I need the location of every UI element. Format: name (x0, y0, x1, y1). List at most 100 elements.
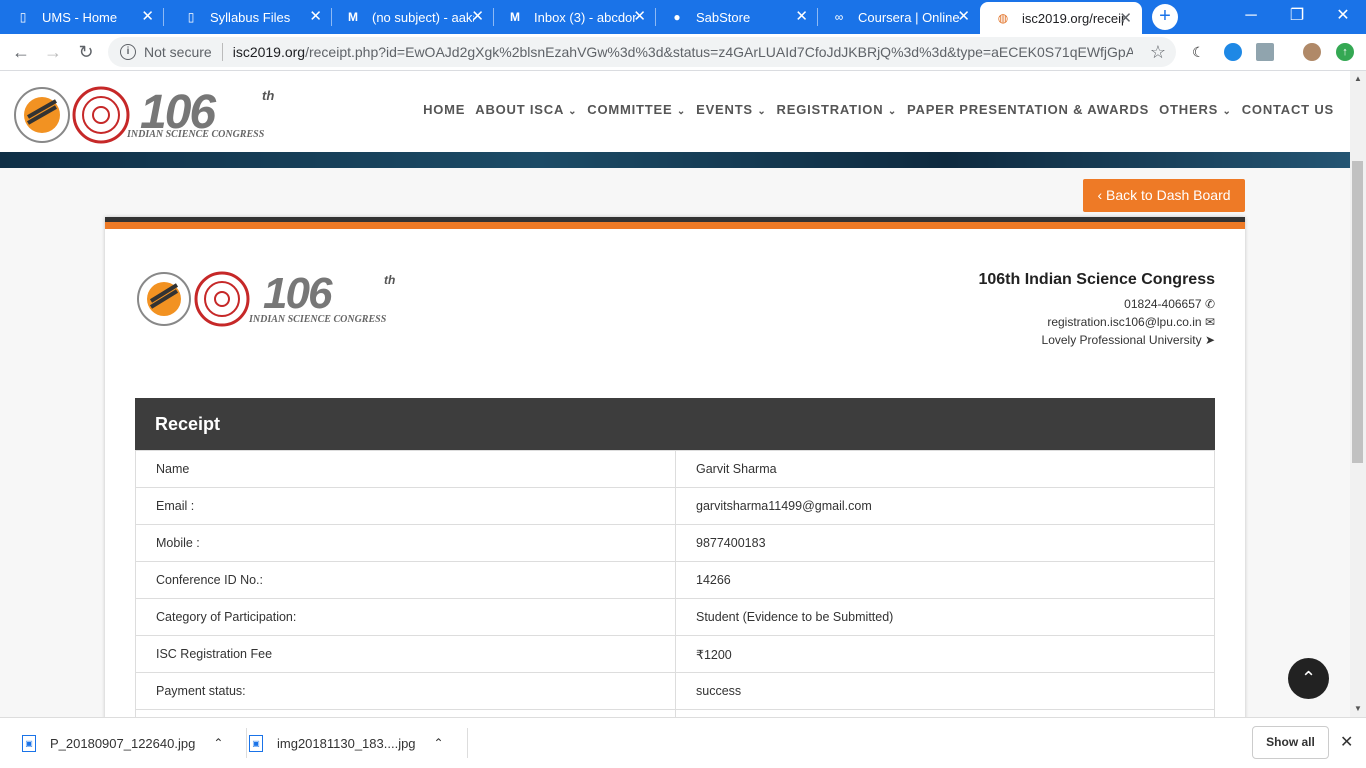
back-button-label: Back to Dash Board (1106, 187, 1231, 203)
organizer-info: 106th Indian Science Congress 01824-4066… (978, 271, 1215, 351)
row-label: Payment status: (135, 672, 676, 710)
nav-label: ABOUT ISCA (475, 102, 564, 117)
url-text[interactable]: isc2019.org/receipt.php?id=EwOAJd2gXgk%2… (233, 44, 1133, 60)
sabstore-icon: ● (673, 10, 681, 24)
receipt-table: Name Garvit Sharma Email : garvitsharma114… (135, 450, 1215, 717)
info-icon[interactable]: i (120, 44, 136, 60)
card-logo-tagline: INDIAN SCIENCE CONGRESS (249, 314, 387, 325)
close-icon[interactable]: ✕ (1340, 732, 1353, 752)
card-logo-emblems (137, 271, 250, 327)
tab-ums-home[interactable]: ▯ UMS - Home ✕ (0, 0, 164, 34)
row-value: 14266 (675, 561, 1215, 599)
gmail-icon: M (348, 10, 358, 24)
organizer-title: 106th Indian Science Congress (978, 271, 1215, 288)
close-icon[interactable]: ✕ (309, 8, 322, 26)
minimize-button[interactable]: ─ (1228, 4, 1274, 28)
row-label (135, 709, 676, 717)
receipt-heading: Receipt (135, 398, 1215, 450)
download-item[interactable]: ▣ img20181130_183....jpg ⌃ (249, 718, 468, 768)
table-row: Name Garvit Sharma (135, 450, 1215, 488)
row-value: Student (Evidence to be Submitted) (675, 598, 1215, 636)
chevron-left-icon: ‹ (1097, 187, 1107, 203)
tab-gmail-no-subject[interactable]: M (no subject) - aaka ✕ (330, 0, 494, 34)
image-file-icon: ▣ (249, 734, 263, 752)
chevron-up-icon[interactable]: ⌃ (434, 736, 444, 750)
scroll-down-arrow-icon[interactable]: ▼ (1354, 704, 1362, 713)
nav-label: EVENTS (696, 102, 753, 117)
nav-committee[interactable]: COMMITTEE ⌄ (587, 102, 686, 117)
table-row: Category of Participation: Student (Evide… (135, 598, 1215, 636)
reload-icon[interactable]: ↻ (74, 40, 98, 64)
update-arrow-icon[interactable]: ↑ (1336, 43, 1354, 61)
new-tab-button[interactable]: + (1152, 4, 1178, 30)
row-value (675, 709, 1215, 717)
download-item[interactable]: ▣ P_20180907_122640.jpg ⌃ (22, 718, 248, 768)
organizer-phone: 01824-406657 ✆ (978, 297, 1215, 311)
nav-contact-us[interactable]: CONTACT US (1242, 102, 1334, 117)
extension-image-icon[interactable] (1256, 43, 1274, 61)
download-shelf: ▣ P_20180907_122640.jpg ⌃ ▣ img20181130_… (0, 717, 1366, 768)
address-bar[interactable]: i Not secure isc2019.org/receipt.php?id=… (108, 37, 1176, 67)
table-row: Email : garvitsharma11499@gmail.com (135, 487, 1215, 525)
tab-title: isc2019.org/receip (1022, 10, 1124, 26)
nav-registration[interactable]: REGISTRATION ⌄ (777, 102, 897, 117)
image-file-icon: ▣ (22, 734, 36, 752)
tab-title: Inbox (3) - abcdon (534, 9, 636, 25)
back-arrow-icon[interactable]: ← (9, 40, 33, 64)
gmail-icon: M (510, 10, 520, 24)
extension-blue-icon[interactable] (1224, 43, 1242, 61)
moon-icon[interactable]: ☾ (1192, 43, 1210, 61)
close-icon[interactable]: ✕ (471, 8, 484, 26)
bookmark-star-icon[interactable]: ☆ (1150, 42, 1166, 63)
organizer-address: Lovely Professional University ➤ (978, 333, 1215, 347)
close-icon[interactable]: ✕ (1119, 10, 1132, 28)
divider (221, 43, 223, 61)
tab-gmail-inbox[interactable]: M Inbox (3) - abcdon ✕ (492, 0, 656, 34)
envelope-icon: ✉ (1204, 315, 1215, 329)
phone-icon: ✆ (1204, 297, 1215, 311)
window-close-button[interactable]: ✕ (1320, 4, 1366, 28)
row-label: Category of Participation: (135, 598, 676, 636)
restore-button[interactable]: ❐ (1274, 4, 1320, 28)
tab-title: SabStore (696, 9, 751, 25)
organizer-email: registration.isc106@lpu.co.in ✉ (978, 315, 1215, 329)
tab-coursera[interactable]: ∞ Coursera | Online C ✕ (816, 0, 980, 34)
card-logo-superscript: th (384, 273, 396, 287)
logo-tagline: INDIAN SCIENCE CONGRESS (127, 129, 265, 140)
close-icon[interactable]: ✕ (633, 8, 646, 26)
close-icon[interactable]: ✕ (957, 8, 970, 26)
close-icon[interactable]: ✕ (141, 8, 154, 26)
row-label: ISC Registration Fee (135, 635, 676, 673)
logo-superscript: th (262, 88, 275, 103)
page-scrollbar[interactable]: ▲ ▼ (1350, 71, 1366, 717)
forward-arrow-icon[interactable]: → (41, 40, 65, 64)
close-icon[interactable]: ✕ (795, 8, 808, 26)
nav-events[interactable]: EVENTS ⌄ (696, 102, 766, 117)
browser-tab-strip: ▯ UMS - Home ✕ ▯ Syllabus Files ✕ M (no … (0, 0, 1366, 34)
show-all-button[interactable]: Show all (1252, 726, 1329, 759)
tab-title: (no subject) - aaka (372, 9, 474, 25)
tab-syllabus-files[interactable]: ▯ Syllabus Files ✕ (168, 0, 332, 34)
card-logo-number: 106 (263, 269, 332, 318)
row-value: ₹1200 (675, 635, 1215, 673)
page-icon: ▯ (19, 10, 27, 24)
isc-icon: ◍ (997, 11, 1009, 25)
receipt-card: 106 th INDIAN SCIENCE CONGRESS 106th Ind… (105, 217, 1245, 717)
nav-others[interactable]: OTHERS ⌄ (1159, 102, 1232, 117)
back-to-dashboard-button[interactable]: ‹ Back to Dash Board (1083, 179, 1245, 212)
table-row: ISC Registration Fee ₹1200 (135, 635, 1215, 673)
nav-about-isca[interactable]: ABOUT ISCA ⌄ (475, 102, 577, 117)
scroll-up-arrow-icon[interactable]: ▲ (1354, 74, 1362, 83)
chevron-down-icon: ⌄ (676, 106, 687, 117)
table-row: Conference ID No.: 14266 (135, 561, 1215, 599)
row-value: 9877400183 (675, 524, 1215, 562)
tab-sabstore[interactable]: ● SabStore ✕ (654, 0, 818, 34)
nav-home[interactable]: HOME (423, 102, 465, 117)
scrollbar-thumb[interactable] (1352, 161, 1363, 463)
download-filename: img20181130_183....jpg (277, 735, 416, 751)
scroll-to-top-button[interactable]: ⌃ (1288, 658, 1329, 699)
chevron-up-icon[interactable]: ⌃ (213, 736, 223, 750)
profile-avatar[interactable] (1303, 43, 1321, 61)
nav-paper-presentation[interactable]: PAPER PRESENTATION & AWARDS (907, 102, 1149, 117)
tab-isc-receipt[interactable]: ◍ isc2019.org/receip ✕ (980, 2, 1142, 34)
